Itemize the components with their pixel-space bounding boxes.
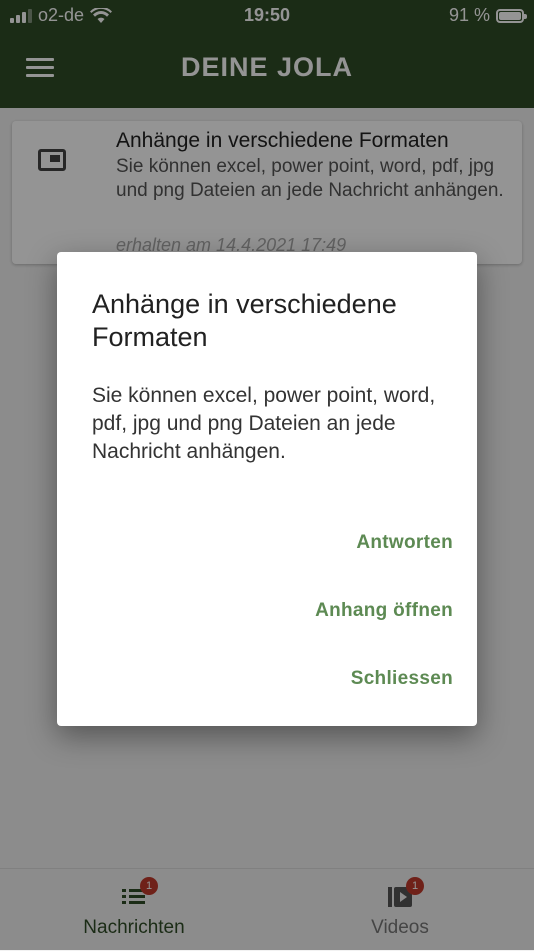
reply-button[interactable]: Antworten <box>356 532 453 554</box>
dialog-body: Sie können excel, power point, word, pdf… <box>92 384 436 463</box>
close-button[interactable]: Schliessen <box>351 668 453 690</box>
open-attachment-button[interactable]: Anhang öffnen <box>315 600 453 622</box>
message-dialog: Anhänge in verschiedene Formaten Sie kön… <box>57 252 477 726</box>
dialog-title: Anhänge in verschiedene Formaten <box>92 289 397 352</box>
